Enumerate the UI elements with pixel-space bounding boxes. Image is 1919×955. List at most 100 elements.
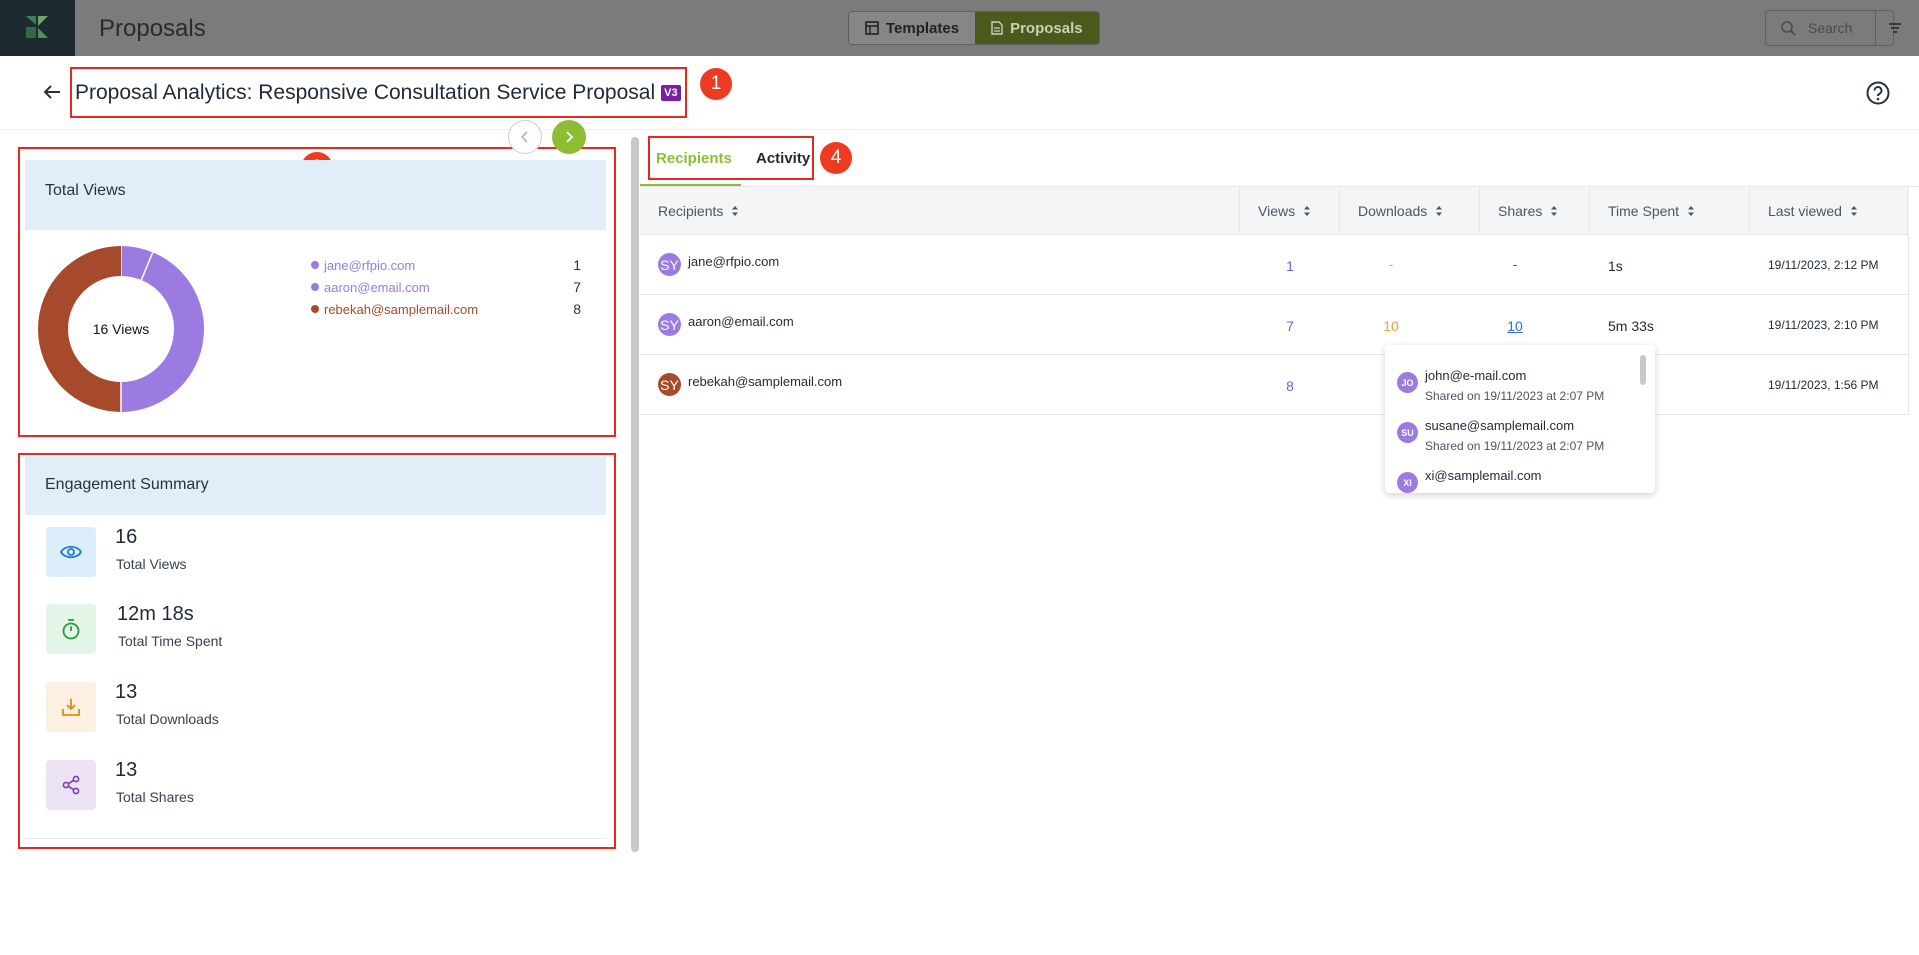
version-badge: V3 <box>661 84 681 101</box>
download-icon <box>46 682 96 732</box>
sort-icon <box>732 206 739 216</box>
column-header-recipients[interactable]: Recipients <box>658 187 739 235</box>
total-views-heading: Total Views <box>45 182 126 199</box>
legend-email: aaron@email.com <box>324 279 430 295</box>
recipients-table: Recipients Views Downloads Shares Time S… <box>640 187 1909 415</box>
app-header: Proposals Templates Proposals Search <box>0 0 1919 56</box>
engagement-value: 16 <box>115 526 138 548</box>
arrow-left-icon <box>43 85 60 99</box>
last-viewed: 19/11/2023, 2:12 PM <box>1768 258 1879 272</box>
column-header-shares[interactable]: Shares <box>1498 187 1558 235</box>
sort-icon <box>1436 206 1443 216</box>
sort-icon <box>1551 206 1558 216</box>
chevron-left-icon <box>521 131 528 143</box>
recipient-email: jane@rfpio.com <box>688 254 780 269</box>
previous-button[interactable] <box>508 120 542 154</box>
sort-icon <box>1850 206 1857 216</box>
annotation-marker-1: 1 <box>700 68 732 100</box>
avatar: SU <box>1397 422 1418 443</box>
legend-item[interactable]: jane@rfpio.com 1 <box>311 254 581 276</box>
filter-button[interactable] <box>1875 10 1913 46</box>
app-logo[interactable] <box>0 0 75 56</box>
legend-email: jane@rfpio.com <box>324 257 416 273</box>
views-donut-chart: 16 Views <box>38 246 204 412</box>
shared-date: Shared on 19/11/2023 at 2:07 PM <box>1425 439 1605 453</box>
views-count-link[interactable]: 8 <box>1270 378 1310 394</box>
views-count-link[interactable]: 1 <box>1270 258 1310 274</box>
legend-item[interactable]: aaron@email.com 7 <box>311 276 581 298</box>
table-icon <box>865 21 879 35</box>
column-header-time-spent[interactable]: Time Spent <box>1608 187 1695 235</box>
shares-count: - <box>1512 256 1518 272</box>
legend-dot <box>311 305 319 313</box>
column-header-downloads[interactable]: Downloads <box>1358 187 1443 235</box>
popover-scrollbar[interactable] <box>1640 355 1646 385</box>
engagement-summary-heading: Engagement Summary <box>45 476 209 493</box>
engagement-caption: Total Views <box>116 556 187 572</box>
avatar: JO <box>1397 372 1418 393</box>
downloads-count: - <box>1388 256 1394 272</box>
sort-icon <box>1688 206 1695 216</box>
column-header-last-viewed[interactable]: Last viewed <box>1768 187 1858 235</box>
shared-date: Shared on 19/11/2023 at 2:07 PM <box>1425 389 1605 403</box>
last-viewed: 19/11/2023, 1:56 PM <box>1768 378 1879 392</box>
legend-count: 8 <box>573 301 581 317</box>
table-row[interactable]: SY rebekah@samplemail.com 8 s 19/11/2023… <box>640 355 1909 415</box>
templates-label: Templates <box>886 19 960 37</box>
shared-email: susane@samplemail.com <box>1425 418 1575 433</box>
back-button[interactable] <box>40 80 64 104</box>
title-highlight: Proposal Analytics: Responsive Consultat… <box>70 67 687 118</box>
annotation-marker-4: 4 <box>820 142 852 174</box>
downloads-count-link[interactable]: 10 <box>1371 318 1411 334</box>
avatar: SY <box>658 253 681 276</box>
help-button[interactable] <box>1865 80 1891 106</box>
legend-dot <box>311 261 319 269</box>
table-header: Recipients Views Downloads Shares Time S… <box>640 187 1909 235</box>
engagement-value: 13 <box>115 759 138 781</box>
shared-email: xi@samplemail.com <box>1425 468 1542 483</box>
tab-recipients[interactable]: Recipients <box>656 150 732 167</box>
shares-popover: JO john@e-mail.com Shared on 19/11/2023 … <box>1385 345 1655 493</box>
legend-item[interactable]: rebekah@samplemail.com 8 <box>311 298 581 320</box>
time-spent: 1s <box>1608 258 1623 274</box>
view-switcher: Templates Proposals <box>848 11 1100 45</box>
engagement-value: 12m 18s <box>117 603 194 625</box>
last-viewed: 19/11/2023, 2:10 PM <box>1768 318 1879 332</box>
engagement-caption: Total Time Spent <box>118 633 223 649</box>
engagement-summary-header: Engagement Summary <box>25 457 606 515</box>
table-row[interactable]: SY aaron@email.com 7 10 10 5m 33s 19/11/… <box>640 295 1909 355</box>
avatar: XI <box>1397 472 1418 493</box>
page-title: Proposal Analytics: Responsive Consultat… <box>75 80 656 104</box>
recipient-email: rebekah@samplemail.com <box>688 374 843 389</box>
table-row[interactable]: SY jane@rfpio.com 1 - - 1s 19/11/2023, 2… <box>640 235 1909 295</box>
templates-tab-button[interactable]: Templates <box>849 12 976 44</box>
logo-icon <box>26 16 48 38</box>
column-header-views[interactable]: Views <box>1258 187 1311 235</box>
recipient-email: aaron@email.com <box>688 314 794 329</box>
proposals-label: Proposals <box>1010 19 1083 37</box>
proposals-tab-button[interactable]: Proposals <box>975 12 1099 44</box>
total-views-header: Total Views <box>25 160 606 230</box>
views-count-link[interactable]: 7 <box>1270 318 1310 334</box>
card-divider <box>25 838 606 839</box>
panel-scrollbar[interactable] <box>631 137 639 852</box>
next-button[interactable] <box>552 120 586 154</box>
search-icon <box>1781 21 1796 36</box>
engagement-caption: Total Shares <box>116 789 194 805</box>
views-legend: jane@rfpio.com 1 aaron@email.com 7 rebek… <box>311 254 581 320</box>
legend-count: 1 <box>573 257 581 273</box>
filter-icon <box>1888 23 1901 33</box>
search-placeholder: Search <box>1808 20 1853 36</box>
legend-dot <box>311 283 319 291</box>
tab-activity[interactable]: Activity <box>756 150 810 167</box>
avatar: SY <box>658 373 681 396</box>
share-icon <box>46 760 96 810</box>
chevron-right-icon <box>566 131 573 143</box>
engagement-value: 13 <box>115 681 138 703</box>
modal-header: Proposal Analytics: Responsive Consultat… <box>0 56 1919 130</box>
app-title: Proposals <box>99 15 206 42</box>
avatar: SY <box>658 313 681 336</box>
shares-count-link[interactable]: 10 <box>1495 318 1535 334</box>
shared-email: john@e-mail.com <box>1425 368 1527 383</box>
donut-center-label: 16 Views <box>92 321 150 337</box>
